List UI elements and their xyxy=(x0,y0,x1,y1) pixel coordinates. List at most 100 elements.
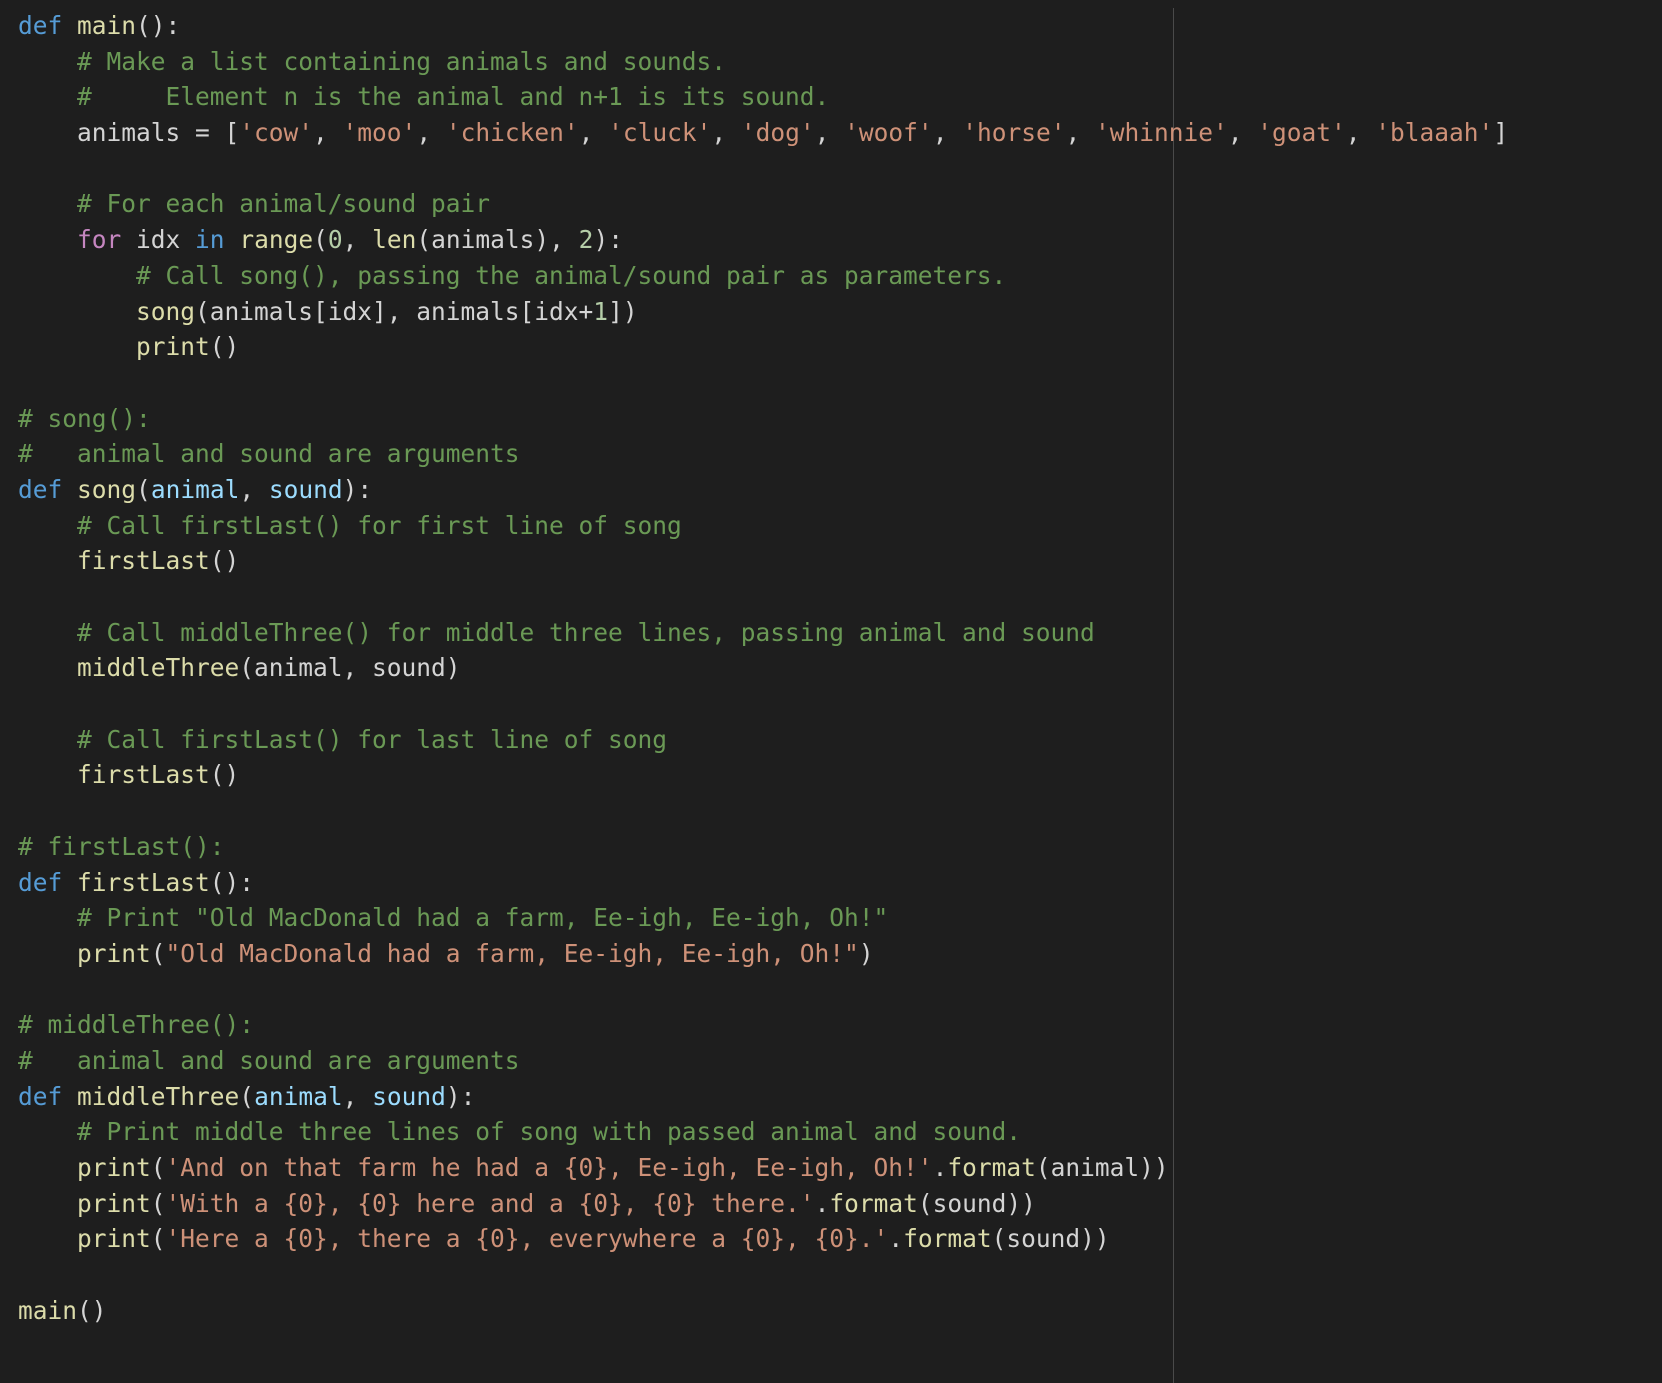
code-token: sound xyxy=(372,1081,446,1111)
code-token: len xyxy=(372,225,417,255)
code-line[interactable]: for idx in range(0, len(animals), 2): xyxy=(18,222,1508,258)
code-token: main xyxy=(18,1295,78,1325)
code-line[interactable]: middleThree(animal, sound) xyxy=(18,650,1508,686)
code-line[interactable]: # Make a list containing animals and sou… xyxy=(18,44,1508,80)
code-token: print xyxy=(77,1188,151,1218)
code-token: # firstLast(): xyxy=(18,831,225,861)
code-line[interactable] xyxy=(18,972,1508,1008)
code-token: (sound)) xyxy=(917,1188,1036,1218)
code-line[interactable] xyxy=(18,793,1508,829)
code-token: 'With a {0}, {0} here and a {0}, {0} the… xyxy=(165,1188,815,1218)
code-token: # Element n is the animal and n+1 is its… xyxy=(77,82,830,112)
code-line[interactable]: # For each animal/sound pair xyxy=(18,186,1508,222)
code-line[interactable]: def firstLast(): xyxy=(18,865,1508,901)
code-token: , xyxy=(239,474,269,504)
code-token: # song(): xyxy=(18,403,151,433)
code-token: (animal, sound) xyxy=(239,653,461,683)
code-token: def xyxy=(18,474,63,504)
code-line[interactable]: # Call firstLast() for last line of song xyxy=(18,722,1508,758)
code-line[interactable]: # middleThree(): xyxy=(18,1007,1508,1043)
code-token: 'And on that farm he had a {0}, Ee-igh, … xyxy=(165,1153,933,1182)
code-editor[interactable]: def main(): # Make a list containing ani… xyxy=(0,0,1662,1383)
code-line[interactable]: # Print middle three lines of song with … xyxy=(18,1114,1508,1150)
code-line[interactable]: def song(animal, sound): xyxy=(18,472,1508,508)
code-token: () xyxy=(209,760,240,790)
code-line[interactable]: print('With a {0}, {0} here and a {0}, {… xyxy=(18,1186,1508,1222)
code-line[interactable]: # song(): xyxy=(18,401,1508,437)
code-token: ): xyxy=(593,225,623,255)
code-line[interactable] xyxy=(18,1257,1508,1293)
code-token: 0 xyxy=(327,225,343,255)
code-line[interactable]: print('Here a {0}, there a {0}, everywhe… xyxy=(18,1221,1508,1257)
code-line[interactable]: print() xyxy=(18,329,1508,365)
code-token: # Print "Old MacDonald had a farm, Ee-ig… xyxy=(77,903,889,933)
code-line[interactable]: def main(): xyxy=(18,8,1508,44)
code-line[interactable] xyxy=(18,365,1508,401)
code-token: 'whinnie' xyxy=(1094,118,1228,148)
code-line[interactable]: # Print "Old MacDonald had a farm, Ee-ig… xyxy=(18,900,1508,936)
code-token: firstLast xyxy=(77,867,210,897)
code-line[interactable]: # Call middleThree() for middle three li… xyxy=(18,615,1508,651)
code-line[interactable]: # animal and sound are arguments xyxy=(18,1043,1508,1079)
code-token: 'dog' xyxy=(740,118,815,148)
code-line[interactable]: # animal and sound are arguments xyxy=(18,436,1508,472)
code-line[interactable]: # Element n is the animal and n+1 is its… xyxy=(18,79,1508,115)
code-token: , xyxy=(932,118,963,148)
code-line[interactable]: print("Old MacDonald had a farm, Ee-igh,… xyxy=(18,936,1508,972)
code-token: song xyxy=(136,296,196,326)
code-token: in xyxy=(195,225,225,255)
code-token: print xyxy=(136,332,210,362)
code-token: , xyxy=(578,118,609,148)
code-token: print xyxy=(77,1153,151,1182)
code-token: firstLast xyxy=(77,546,210,576)
code-token: animal xyxy=(150,474,240,504)
code-token: main xyxy=(77,11,137,40)
code-line[interactable] xyxy=(18,686,1508,722)
code-line[interactable]: firstLast() xyxy=(18,757,1508,793)
code-token: 'blaaah' xyxy=(1375,118,1494,148)
code-token: () xyxy=(77,1295,107,1325)
code-line[interactable]: animals = ['cow', 'moo', 'chicken', 'clu… xyxy=(18,115,1508,151)
code-token: , xyxy=(1065,118,1095,148)
code-token: sound xyxy=(268,474,343,504)
code-token: 'horse' xyxy=(962,118,1066,148)
code-token: (animal)) xyxy=(1035,1153,1169,1182)
code-token: 'moo' xyxy=(342,118,417,148)
code-token: "Old MacDonald had a farm, Ee-igh, Ee-ig… xyxy=(165,938,859,968)
code-token: , xyxy=(313,118,343,148)
code-line[interactable]: # Call song(), passing the animal/sound … xyxy=(18,258,1508,294)
code-line[interactable]: # Call firstLast() for first line of son… xyxy=(18,508,1508,544)
code-token: , xyxy=(1345,118,1376,148)
code-token: (): xyxy=(209,867,255,897)
code-line[interactable]: song(animals[idx], animals[idx+1]) xyxy=(18,294,1508,330)
code-line[interactable] xyxy=(18,151,1508,187)
code-line[interactable]: # firstLast(): xyxy=(18,829,1508,865)
code-token: format xyxy=(947,1153,1036,1182)
code-token: format xyxy=(903,1224,992,1254)
code-token: ] xyxy=(1493,118,1509,148)
code-line[interactable]: print('And on that farm he had a {0}, Ee… xyxy=(18,1150,1508,1186)
code-token: # For each animal/sound pair xyxy=(77,189,491,219)
code-token: ( xyxy=(313,225,328,255)
code-line[interactable]: firstLast() xyxy=(18,543,1508,579)
code-area[interactable]: def main(): # Make a list containing ani… xyxy=(18,8,1508,1328)
code-token: (animals), xyxy=(416,225,579,255)
code-line[interactable]: def middleThree(animal, sound): xyxy=(18,1079,1508,1115)
code-line[interactable]: main() xyxy=(18,1293,1508,1329)
code-line[interactable] xyxy=(18,579,1508,615)
code-token: # Call middleThree() for middle three li… xyxy=(77,617,1095,647)
